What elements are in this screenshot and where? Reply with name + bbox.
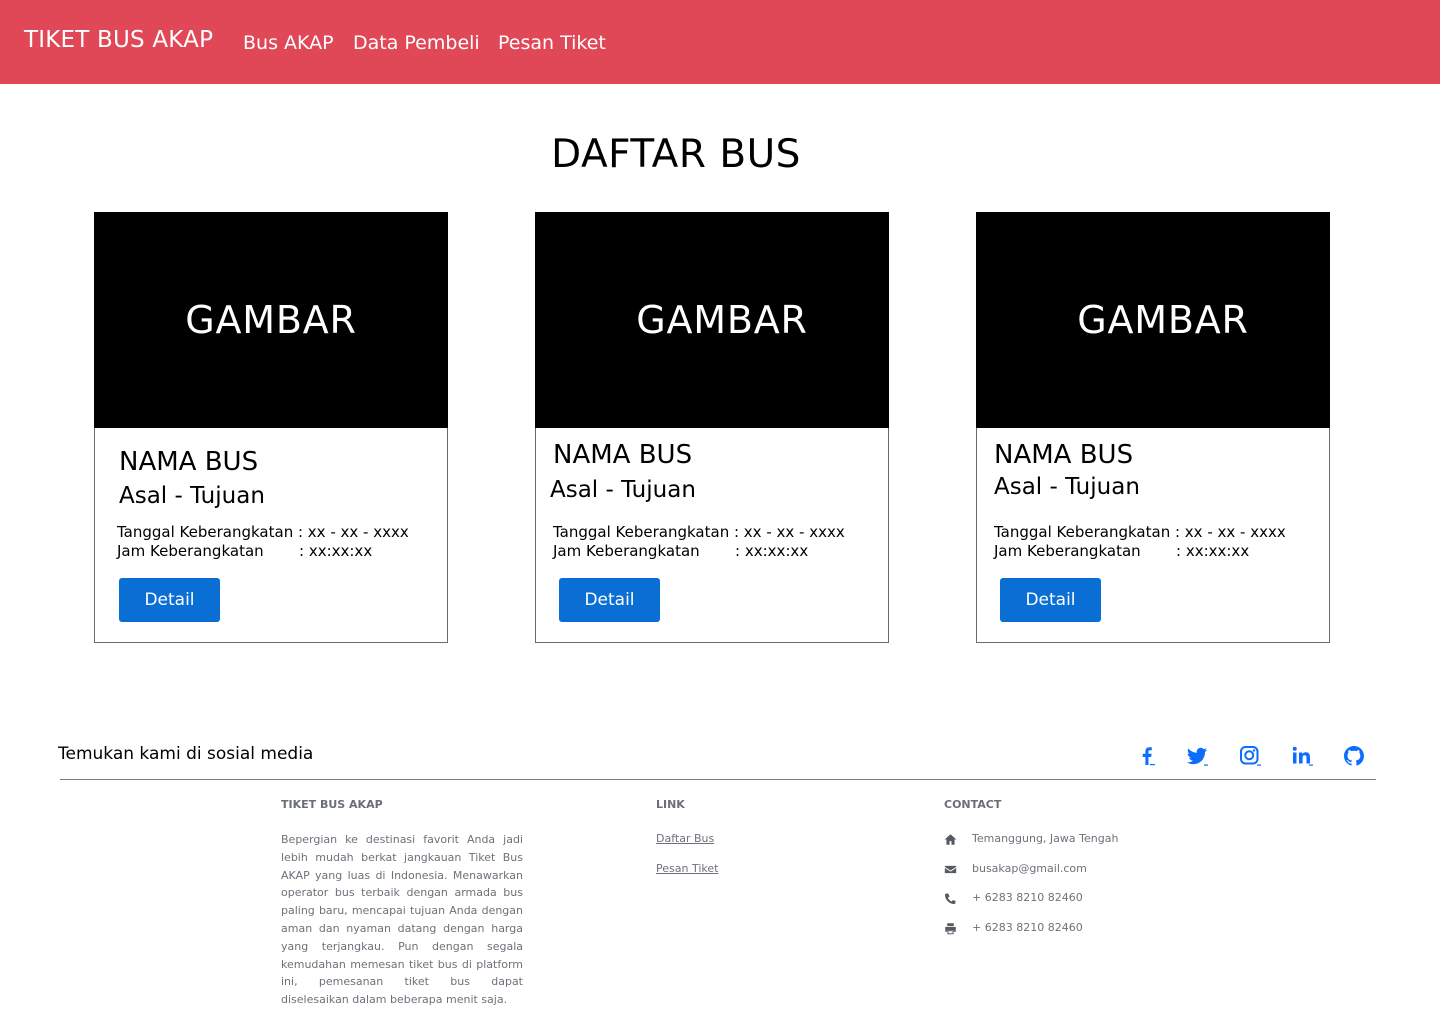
image-label: GAMBAR bbox=[1077, 298, 1249, 342]
facebook-icon[interactable] bbox=[1135, 744, 1159, 768]
bus-name: NAMA BUS bbox=[994, 440, 1134, 470]
departure-time-value: : xx:xx:xx bbox=[299, 542, 373, 560]
departure-time-label: Jam Keberangkatan bbox=[994, 542, 1141, 560]
departure-time-label: Jam Keberangkatan bbox=[117, 542, 264, 560]
footer-about-text: Bepergian ke destinasi favorit Anda jadi… bbox=[281, 833, 523, 1007]
bus-card: GAMBAR NAMA BUS Asal - Tujuan Tanggal Ke… bbox=[976, 212, 1330, 643]
page-title: DAFTAR BUS bbox=[551, 132, 801, 177]
detail-button[interactable]: Detail bbox=[119, 578, 220, 622]
bus-image-placeholder: GAMBAR bbox=[535, 212, 889, 428]
contact-email-text: busakap@gmail.com bbox=[972, 862, 1087, 875]
departure-time-value: : xx:xx:xx bbox=[1176, 542, 1250, 560]
footer-link-pesan-tiket[interactable]: Pesan Tiket bbox=[656, 862, 718, 875]
departure-date-value: : xx - xx - xxxx bbox=[733, 523, 845, 541]
contact-phone-text: + 6283 8210 82460 bbox=[972, 891, 1083, 904]
bus-card: GAMBAR NAMA BUS Asal - Tujuan Tanggal Ke… bbox=[535, 212, 889, 643]
footer-link-daftar-bus[interactable]: Daftar Bus bbox=[656, 832, 714, 845]
departure-date-label: Tanggal Keberangkatan bbox=[994, 523, 1171, 541]
departure-date-label: Tanggal Keberangkatan bbox=[553, 523, 730, 541]
contact-email: busakap@gmail.com bbox=[944, 861, 1087, 877]
footer-about-heading: TIKET BUS AKAP bbox=[281, 798, 383, 811]
departure-date-label: Tanggal Keberangkatan bbox=[117, 523, 294, 541]
footer-links-heading: LINK bbox=[656, 798, 685, 811]
navbar: TIKET BUS AKAP Bus AKAP Data Pembeli Pes… bbox=[0, 0, 1440, 84]
contact-phone: + 6283 8210 82460 bbox=[944, 890, 1083, 906]
image-label: GAMBAR bbox=[636, 298, 808, 342]
bus-route: Asal - Tujuan bbox=[994, 474, 1140, 500]
nav-link-bus-akap[interactable]: Bus AKAP bbox=[243, 32, 334, 54]
departure-info: Tanggal Keberangkatan : xx - xx - xxxx J… bbox=[994, 523, 1286, 561]
instagram-icon[interactable] bbox=[1238, 744, 1262, 768]
social-media-text: Temukan kami di sosial media bbox=[58, 744, 314, 764]
twitter-icon[interactable] bbox=[1185, 744, 1209, 768]
contact-fax-text: + 6283 8210 82460 bbox=[972, 921, 1083, 934]
departure-date-value: : xx - xx - xxxx bbox=[297, 523, 409, 541]
bus-card: GAMBAR NAMA BUS Asal - Tujuan Tanggal Ke… bbox=[94, 212, 448, 643]
departure-time-value: : xx:xx:xx bbox=[735, 542, 809, 560]
image-label: GAMBAR bbox=[185, 298, 357, 342]
detail-button[interactable]: Detail bbox=[559, 578, 660, 622]
print-icon bbox=[944, 922, 957, 935]
bus-image-placeholder: GAMBAR bbox=[976, 212, 1330, 428]
envelope-icon bbox=[944, 863, 957, 876]
footer-contact-heading: CONTACT bbox=[944, 798, 1002, 811]
linkedin-icon[interactable] bbox=[1290, 744, 1314, 768]
bus-name: NAMA BUS bbox=[553, 440, 693, 470]
bus-image-placeholder: GAMBAR bbox=[94, 212, 448, 428]
contact-address: Temanggung, Jawa Tengah bbox=[944, 831, 1118, 847]
departure-date-value: : xx - xx - xxxx bbox=[1174, 523, 1286, 541]
navbar-brand[interactable]: TIKET BUS AKAP bbox=[24, 27, 213, 53]
github-icon[interactable] bbox=[1342, 744, 1366, 768]
phone-icon bbox=[944, 892, 957, 905]
nav-link-pesan-tiket[interactable]: Pesan Tiket bbox=[498, 32, 606, 54]
contact-address-text: Temanggung, Jawa Tengah bbox=[972, 832, 1119, 845]
contact-fax: + 6283 8210 82460 bbox=[944, 920, 1083, 936]
departure-time-label: Jam Keberangkatan bbox=[553, 542, 700, 560]
bus-route: Asal - Tujuan bbox=[550, 477, 696, 503]
departure-info: Tanggal Keberangkatan : xx - xx - xxxx J… bbox=[553, 523, 845, 561]
nav-link-data-pembeli[interactable]: Data Pembeli bbox=[353, 32, 480, 54]
departure-info: Tanggal Keberangkatan : xx - xx - xxxx J… bbox=[117, 523, 409, 561]
detail-button[interactable]: Detail bbox=[1000, 578, 1101, 622]
footer-divider bbox=[60, 779, 1376, 780]
home-icon bbox=[944, 833, 957, 846]
bus-route: Asal - Tujuan bbox=[119, 483, 265, 509]
bus-name: NAMA BUS bbox=[119, 447, 259, 477]
